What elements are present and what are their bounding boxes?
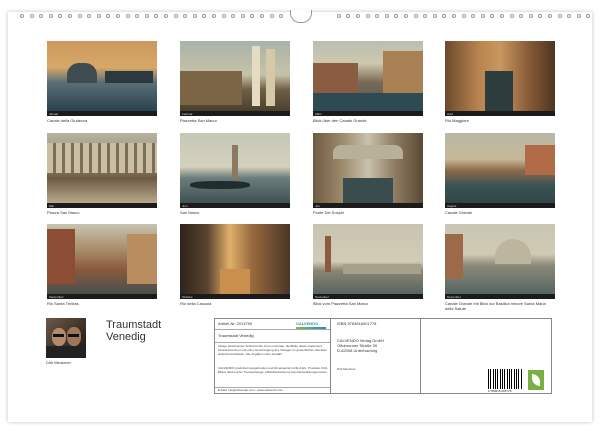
binding-ring <box>413 14 418 18</box>
binding-ring <box>509 14 514 18</box>
binding-ring <box>240 14 245 18</box>
binding-ring <box>68 14 72 18</box>
legal-text: Infolge bestehender Schutzrechte ist es … <box>218 344 328 356</box>
binding-ring <box>260 14 264 18</box>
binding-ring <box>87 14 92 18</box>
binding-ring <box>365 14 370 18</box>
binding-ring <box>423 14 428 18</box>
photo: Dezember <box>445 224 555 299</box>
binding-ring <box>452 14 456 18</box>
photo-caption: Canale Grande mit Blick zur Basilica min… <box>445 301 546 311</box>
binding-ring <box>384 14 389 18</box>
binding-ring <box>442 14 447 18</box>
barcode <box>488 369 522 389</box>
binding-ring <box>29 14 34 18</box>
binding-ring <box>269 14 274 18</box>
photo-caption: San Marco <box>180 210 200 215</box>
photo: Mai <box>47 133 157 208</box>
binding-ring <box>125 14 130 18</box>
binding-ring <box>77 14 82 18</box>
photo-caption: Canale della Giudecca <box>47 118 88 123</box>
calendar-title: Traumstadt Venedig <box>106 319 162 343</box>
photo-caption: Piazza San Marco <box>47 210 80 215</box>
photo: Februar <box>180 41 290 116</box>
binding-ring <box>480 14 485 18</box>
photo: April <box>445 41 555 116</box>
binding-ring <box>471 14 476 18</box>
production-text: CALVENDO produziert textgebunden und kli… <box>218 366 328 374</box>
binding-ring <box>519 14 524 18</box>
binding-ring <box>96 14 101 18</box>
binding-ring <box>135 14 140 18</box>
photo-caption: Blick vom Piazzetta San Marco <box>313 301 369 306</box>
calendar-name: Traumstadt Venedig <box>218 333 254 338</box>
binding-ring <box>164 14 168 18</box>
binding-ring <box>20 14 24 18</box>
binding-ring <box>250 14 255 18</box>
binding-ring <box>500 14 504 18</box>
photo-caption: Canale Grande <box>445 210 473 215</box>
eco-leaf-icon <box>528 370 544 390</box>
binding-ring <box>183 14 188 18</box>
binding-ring <box>432 14 437 18</box>
photo: Juni <box>180 133 290 208</box>
photo-caption: Rio Maggiore <box>445 118 469 123</box>
photo: September <box>47 224 157 299</box>
binding-ring <box>279 14 284 18</box>
binding-ring <box>375 14 380 18</box>
binding-ring <box>394 14 399 18</box>
binding-ring <box>346 14 351 18</box>
barcode-number: 9 783616 001778 <box>488 389 512 393</box>
binding-ring <box>356 14 360 18</box>
binding-ring <box>231 14 236 18</box>
binding-ring <box>557 14 562 18</box>
binding-ring <box>586 14 591 18</box>
binding-ring <box>567 14 572 18</box>
binding-ring <box>548 14 552 18</box>
binding-ring <box>404 14 408 18</box>
photo: Januar <box>47 41 157 116</box>
binding-ring <box>173 14 178 18</box>
photo: März <box>313 41 423 116</box>
photo: August <box>445 133 555 208</box>
binding-ring <box>202 14 207 18</box>
binding-ring <box>48 14 53 18</box>
photo-caption: Piazzetta San Marco <box>180 118 217 123</box>
calvendo-logo-bar <box>296 327 326 329</box>
photo-caption: Rio Santa Trinitas <box>47 301 79 306</box>
author-small: Dirk Meutzner <box>337 367 356 371</box>
photo-caption: Blick über den Canale Grande <box>313 118 367 123</box>
binding-ring <box>106 14 111 18</box>
author-photo <box>46 318 86 358</box>
photo: Juli <box>313 133 423 208</box>
binding-ring <box>490 14 495 18</box>
publisher-city: D-82008 Unterhaching <box>337 348 378 353</box>
photo-caption: Ponte Dei Sospiri <box>313 210 344 215</box>
isbn: ISBN 9783616001778 <box>337 321 377 326</box>
binding-ring <box>461 14 466 18</box>
binding-ring <box>58 14 63 18</box>
binding-ring <box>336 14 341 18</box>
author-name: Dirk Meutzner <box>46 360 71 365</box>
article-number: Artikel-Nr. 2014790 <box>218 321 253 326</box>
photo-caption: Rio della Casuola <box>180 301 212 306</box>
binding-ring <box>39 14 44 18</box>
binding-ring <box>154 14 159 18</box>
contact-line: E-Mail: info@calvendo.com • www.calvendo… <box>218 388 283 392</box>
binding-ring <box>192 14 197 18</box>
binding-ring <box>116 14 120 18</box>
binding-ring <box>221 14 226 18</box>
binding-ring <box>144 14 149 18</box>
binding-ring <box>212 14 216 18</box>
binding-ring <box>528 14 533 18</box>
photo: November <box>313 224 423 299</box>
binding-ring <box>576 14 581 18</box>
photo: Oktober <box>180 224 290 299</box>
binding-ring <box>538 14 543 18</box>
